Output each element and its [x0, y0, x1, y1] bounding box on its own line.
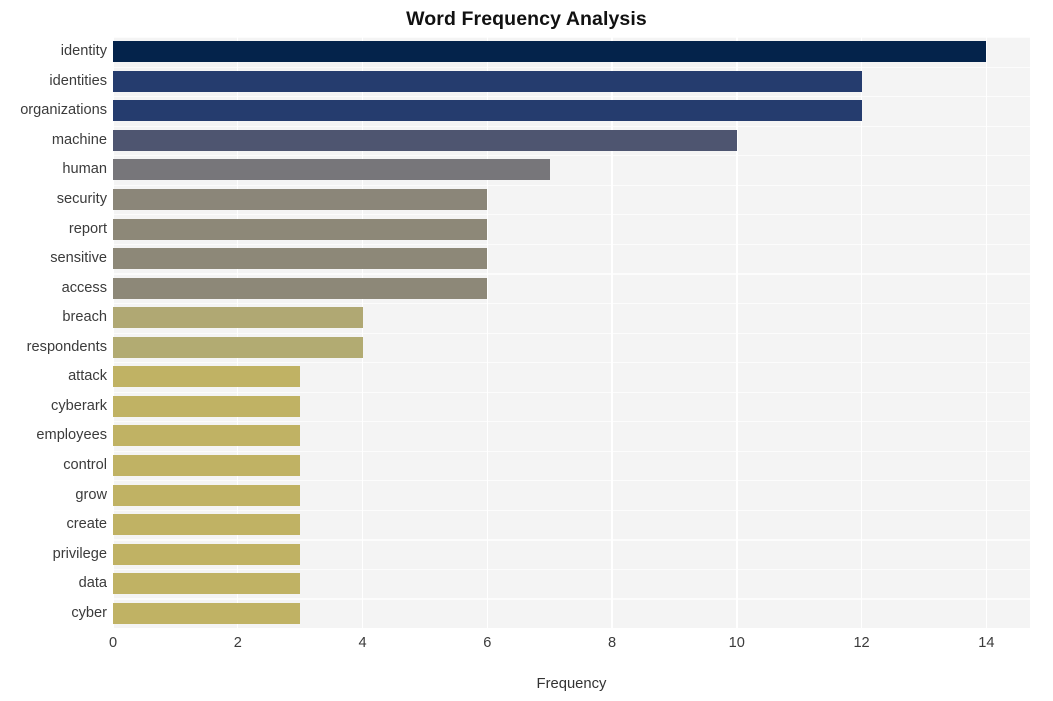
bar: [113, 248, 488, 270]
gridline-horizontal: [113, 362, 1030, 364]
gridline-vertical: [860, 37, 863, 628]
gridline-horizontal: [113, 391, 1030, 393]
y-tick-label: create: [66, 516, 107, 533]
x-tick-label: 10: [728, 635, 745, 651]
bar: [113, 307, 363, 329]
y-tick-label: sensitive: [50, 250, 107, 267]
y-tick-label: identities: [49, 72, 107, 89]
x-tick-label: 6: [483, 635, 492, 651]
bar: [113, 70, 862, 92]
y-tick-label: report: [68, 220, 107, 237]
y-tick-label: cyber: [71, 604, 107, 621]
bar: [113, 41, 987, 63]
gridline-horizontal: [113, 96, 1030, 98]
y-tick-label: organizations: [20, 102, 107, 119]
bar: [113, 277, 488, 299]
y-tick-label: human: [62, 161, 107, 178]
bar: [113, 336, 363, 358]
x-tick-label: 8: [607, 635, 617, 651]
y-tick-label: control: [63, 456, 107, 473]
gridline-horizontal: [113, 184, 1030, 186]
y-tick-label: cyberark: [51, 397, 107, 414]
gridline-horizontal: [113, 273, 1030, 275]
x-tick-label: 12: [853, 635, 870, 651]
gridline-horizontal: [113, 125, 1030, 127]
x-tick-label: 0: [108, 635, 118, 651]
gridline-horizontal: [113, 302, 1030, 305]
y-tick-label: employees: [36, 427, 107, 444]
gridline-vertical: [611, 37, 613, 628]
gridline-horizontal: [113, 332, 1030, 334]
gridline-vertical: [486, 37, 488, 628]
bar: [113, 573, 301, 595]
bar: [113, 602, 301, 624]
gridline-horizontal: [113, 598, 1030, 600]
gridline-horizontal: [113, 214, 1030, 216]
x-axis-label: Frequency: [536, 676, 607, 692]
bar: [113, 395, 301, 417]
y-tick-label: privilege: [52, 545, 107, 562]
x-axis-tick-labels: 0 2 4 6 8 10 12 14: [0, 632, 1053, 658]
gridline-horizontal: [113, 243, 1030, 246]
y-tick-label: data: [78, 575, 107, 592]
bar: [113, 218, 488, 240]
gridline-horizontal: [113, 568, 1030, 571]
plot-area: [113, 37, 1030, 628]
x-tick-label: 4: [358, 635, 367, 651]
gridline-horizontal: [113, 509, 1030, 511]
bar: [113, 425, 301, 447]
bar: [113, 366, 301, 388]
bar: [113, 189, 488, 211]
bar: [113, 100, 862, 122]
gridline-vertical: [361, 37, 364, 628]
gridline-horizontal: [113, 155, 1030, 157]
gridline-horizontal: [113, 421, 1030, 423]
bar: [113, 543, 301, 565]
chart-title: Word Frequency Analysis: [406, 8, 647, 30]
bar: [113, 454, 301, 476]
x-tick-label: 14: [978, 635, 995, 651]
bar: [113, 129, 737, 151]
gridline-horizontal: [113, 480, 1030, 482]
bar: [113, 514, 301, 536]
y-tick-label: access: [61, 279, 107, 296]
chart-figure: Word Frequency Analysis identity identiti…: [0, 0, 1053, 701]
gridline-vertical: [736, 37, 738, 628]
y-axis-tick-labels: identity identities organizations machine hu…: [0, 37, 107, 628]
gridline-vertical: [113, 37, 114, 628]
gridline-vertical: [237, 37, 239, 628]
y-tick-label: security: [56, 191, 107, 208]
y-tick-label: grow: [75, 486, 107, 503]
y-tick-label: attack: [68, 368, 107, 385]
gridline-horizontal: [113, 66, 1030, 68]
y-tick-label: identity: [60, 43, 107, 60]
bar: [113, 484, 301, 506]
gridline-vertical: [985, 37, 988, 628]
gridline-horizontal: [113, 539, 1030, 541]
bar: [113, 159, 550, 181]
y-tick-label: breach: [62, 309, 107, 326]
x-tick-label: 2: [233, 635, 242, 651]
gridline-horizontal: [113, 37, 1030, 39]
y-tick-label: respondents: [26, 338, 107, 355]
gridline-horizontal: [113, 450, 1030, 452]
y-tick-label: machine: [51, 131, 107, 148]
